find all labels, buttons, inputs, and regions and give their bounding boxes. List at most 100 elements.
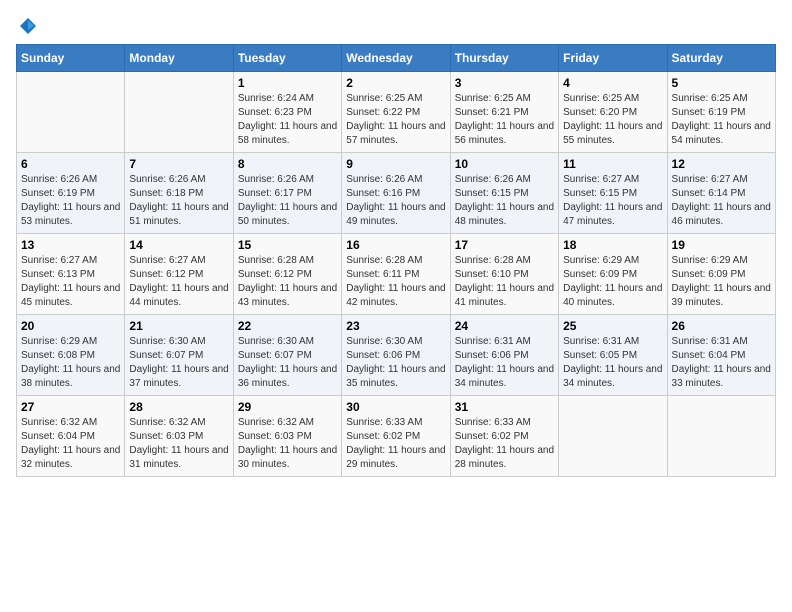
daylight-info: Daylight: 11 hours and 34 minutes.	[563, 364, 662, 389]
day-info: Sunrise: 6:30 AMSunset: 6:07 PMDaylight:…	[238, 335, 337, 391]
sunrise-info: Sunrise: 6:33 AM	[346, 417, 422, 428]
calendar-week-4: 20 Sunrise: 6:29 AMSunset: 6:08 PMDayligh…	[17, 315, 776, 396]
sunrise-info: Sunrise: 6:26 AM	[129, 174, 205, 185]
day-number: 30	[346, 400, 445, 414]
calendar-week-2: 6 Sunrise: 6:26 AMSunset: 6:19 PMDaylight…	[17, 153, 776, 234]
day-number: 4	[563, 76, 662, 90]
sunset-info: Sunset: 6:17 PM	[238, 188, 312, 199]
day-number: 21	[129, 319, 228, 333]
sunset-info: Sunset: 6:09 PM	[563, 269, 637, 280]
daylight-info: Daylight: 11 hours and 48 minutes.	[455, 202, 554, 227]
day-info: Sunrise: 6:33 AMSunset: 6:02 PMDaylight:…	[346, 416, 445, 472]
sunrise-info: Sunrise: 6:29 AM	[21, 336, 97, 347]
day-number: 31	[455, 400, 554, 414]
sunset-info: Sunset: 6:06 PM	[346, 350, 420, 361]
day-number: 6	[21, 157, 120, 171]
calendar-header-row: SundayMondayTuesdayWednesdayThursdayFrid…	[17, 45, 776, 72]
calendar-cell: 3Sunrise: 6:25 AMSunset: 6:21 PMDaylight…	[450, 72, 558, 153]
sunrise-info: Sunrise: 6:31 AM	[455, 336, 531, 347]
sunset-info: Sunset: 6:12 PM	[238, 269, 312, 280]
day-info: Sunrise: 6:27 AMSunset: 6:14 PMDaylight:…	[672, 173, 771, 229]
calendar-cell	[125, 72, 233, 153]
sunrise-info: Sunrise: 6:27 AM	[563, 174, 639, 185]
daylight-info: Daylight: 11 hours and 55 minutes.	[563, 121, 662, 146]
daylight-info: Daylight: 11 hours and 40 minutes.	[563, 283, 662, 308]
daylight-info: Daylight: 11 hours and 57 minutes.	[346, 121, 445, 146]
day-info: Sunrise: 6:26 AMSunset: 6:18 PMDaylight:…	[129, 173, 228, 229]
day-number: 7	[129, 157, 228, 171]
sunrise-info: Sunrise: 6:25 AM	[563, 93, 639, 104]
logo-flag-icon	[18, 16, 38, 36]
sunrise-info: Sunrise: 6:29 AM	[672, 255, 748, 266]
calendar-cell: 5Sunrise: 6:25 AMSunset: 6:19 PMDaylight…	[667, 72, 775, 153]
day-info: Sunrise: 6:25 AMSunset: 6:19 PMDaylight:…	[672, 92, 771, 148]
day-number: 25	[563, 319, 662, 333]
calendar-cell: 21Sunrise: 6:30 AMSunset: 6:07 PMDayligh…	[125, 315, 233, 396]
sunrise-info: Sunrise: 6:25 AM	[346, 93, 422, 104]
sunset-info: Sunset: 6:04 PM	[672, 350, 746, 361]
calendar-week-1: 1Sunrise: 6:24 AMSunset: 6:23 PMDaylight…	[17, 72, 776, 153]
day-number: 19	[672, 238, 771, 252]
daylight-info: Daylight: 11 hours and 56 minutes.	[455, 121, 554, 146]
day-number: 1	[238, 76, 337, 90]
sunset-info: Sunset: 6:07 PM	[129, 350, 203, 361]
daylight-info: Daylight: 11 hours and 33 minutes.	[672, 364, 771, 389]
day-number: 18	[563, 238, 662, 252]
sunrise-info: Sunrise: 6:27 AM	[672, 174, 748, 185]
day-info: Sunrise: 6:26 AMSunset: 6:16 PMDaylight:…	[346, 173, 445, 229]
daylight-info: Daylight: 11 hours and 49 minutes.	[346, 202, 445, 227]
daylight-info: Daylight: 11 hours and 43 minutes.	[238, 283, 337, 308]
sunrise-info: Sunrise: 6:25 AM	[672, 93, 748, 104]
day-info: Sunrise: 6:29 AMSunset: 6:08 PMDaylight:…	[21, 335, 120, 391]
daylight-info: Daylight: 11 hours and 45 minutes.	[21, 283, 120, 308]
day-number: 2	[346, 76, 445, 90]
day-info: Sunrise: 6:26 AMSunset: 6:17 PMDaylight:…	[238, 173, 337, 229]
column-header-monday: Monday	[125, 45, 233, 72]
calendar-cell: 10 Sunrise: 6:26 AMSunset: 6:15 PMDayligh…	[450, 153, 558, 234]
sunset-info: Sunset: 6:18 PM	[129, 188, 203, 199]
day-number: 23	[346, 319, 445, 333]
sunset-info: Sunset: 6:02 PM	[455, 431, 529, 442]
day-info: Sunrise: 6:25 AMSunset: 6:21 PMDaylight:…	[455, 92, 554, 148]
daylight-info: Daylight: 11 hours and 46 minutes.	[672, 202, 771, 227]
calendar-cell: 16Sunrise: 6:28 AMSunset: 6:11 PMDayligh…	[342, 234, 450, 315]
calendar-cell: 11Sunrise: 6:27 AMSunset: 6:15 PMDayligh…	[559, 153, 667, 234]
sunrise-info: Sunrise: 6:31 AM	[672, 336, 748, 347]
calendar-cell: 30 Sunrise: 6:33 AMSunset: 6:02 PMDayligh…	[342, 396, 450, 477]
sunrise-info: Sunrise: 6:26 AM	[455, 174, 531, 185]
sunset-info: Sunset: 6:19 PM	[672, 107, 746, 118]
calendar-cell: 9Sunrise: 6:26 AMSunset: 6:16 PMDaylight…	[342, 153, 450, 234]
calendar-cell: 27 Sunrise: 6:32 AMSunset: 6:04 PMDayligh…	[17, 396, 125, 477]
daylight-info: Daylight: 11 hours and 53 minutes.	[21, 202, 120, 227]
sunrise-info: Sunrise: 6:28 AM	[346, 255, 422, 266]
sunrise-info: Sunrise: 6:28 AM	[238, 255, 314, 266]
day-number: 27	[21, 400, 120, 414]
calendar-cell: 7Sunrise: 6:26 AMSunset: 6:18 PMDaylight…	[125, 153, 233, 234]
sunrise-info: Sunrise: 6:26 AM	[21, 174, 97, 185]
day-number: 20	[21, 319, 120, 333]
calendar-cell: 28Sunrise: 6:32 AMSunset: 6:03 PMDayligh…	[125, 396, 233, 477]
day-info: Sunrise: 6:28 AM Sunset: 6:12 PM Daylight:…	[238, 254, 337, 310]
sunset-info: Sunset: 6:09 PM	[672, 269, 746, 280]
sunset-info: Sunset: 6:12 PM	[129, 269, 203, 280]
sunset-info: Sunset: 6:20 PM	[563, 107, 637, 118]
day-info: Sunrise: 6:29 AMSunset: 6:09 PMDaylight:…	[672, 254, 771, 310]
day-info: Sunrise: 6:26 AMSunset: 6:15 PMDaylight:…	[455, 173, 554, 229]
calendar-cell	[17, 72, 125, 153]
sunrise-info: Sunrise: 6:27 AM	[21, 255, 97, 266]
daylight-info: Daylight: 11 hours and 41 minutes.	[455, 283, 554, 308]
sunset-info: Sunset: 6:07 PM	[238, 350, 312, 361]
calendar-cell: 26Sunrise: 6:31 AMSunset: 6:04 PMDayligh…	[667, 315, 775, 396]
calendar-cell: 17Sunrise: 6:28 AMSunset: 6:10 PMDayligh…	[450, 234, 558, 315]
day-info: Sunrise: 6:26 AMSunset: 6:19 PMDaylight:…	[21, 173, 120, 229]
sunrise-info: Sunrise: 6:24 AM	[238, 93, 314, 104]
day-number: 24	[455, 319, 554, 333]
header	[16, 16, 776, 32]
daylight-info: Daylight: 11 hours and 32 minutes.	[21, 445, 120, 470]
day-number: 10	[455, 157, 554, 171]
daylight-info: Daylight: 11 hours and 36 minutes.	[238, 364, 337, 389]
daylight-info: Daylight: 11 hours and 34 minutes.	[455, 364, 554, 389]
sunset-info: Sunset: 6:05 PM	[563, 350, 637, 361]
day-info: Sunrise: 6:25 AM Sunset: 6:20 PM Daylight:…	[563, 92, 662, 148]
day-info: Sunrise: 6:32 AMSunset: 6:04 PMDaylight:…	[21, 416, 120, 472]
